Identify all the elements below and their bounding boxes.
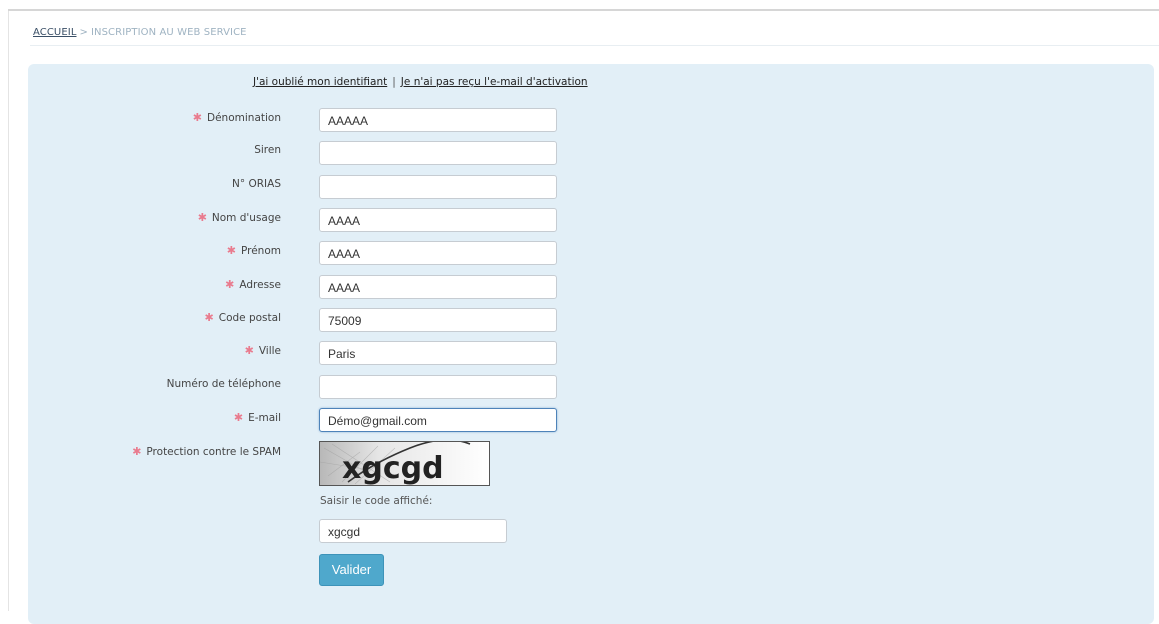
captcha-input[interactable]: xgcgd [319,519,507,543]
required-marker-icon: ✱ [225,278,235,291]
label-code-postal: ✱ Code postal [204,311,281,324]
prenom-input[interactable]: AAAA [319,241,557,265]
label-denomination: ✱ Dénomination [192,111,281,124]
label-siren: Siren [254,144,281,156]
siren-input[interactable] [319,141,557,165]
label-prenom: ✱ Prénom [226,244,281,257]
captcha-glyphs: xgcgd [342,451,444,485]
account-help-links: J'ai oublié mon identifiant | Je n'ai pas … [253,76,588,88]
captcha-prompt: Saisir le code affiché: [320,495,433,507]
ville-input[interactable]: Paris [319,341,557,365]
telephone-input[interactable] [319,375,557,399]
label-nom-usage: ✱ Nom d'usage [197,211,281,224]
required-marker-icon: ✱ [132,445,142,458]
denomination-input[interactable]: AAAAA [319,108,557,132]
submit-button[interactable]: Valider [319,554,384,586]
breadcrumb-home-link[interactable]: ACCUEIL [33,27,77,38]
nom-usage-input[interactable]: AAAA [319,208,557,232]
required-marker-icon: ✱ [197,211,207,224]
label-adresse: ✱ Adresse [225,278,281,291]
breadcrumb-divider [30,45,1159,46]
left-border [8,11,9,611]
label-orias: N° ORIAS [232,178,281,190]
required-marker-icon: ✱ [226,244,236,257]
adresse-input[interactable]: AAAA [319,275,557,299]
label-spam-protection: ✱ Protection contre le SPAM [132,445,281,458]
required-marker-icon: ✱ [233,411,244,424]
top-border [8,9,1159,11]
required-marker-icon: ✱ [192,111,203,124]
required-marker-icon: ✱ [204,311,214,324]
no-activation-email-link[interactable]: Je n'ai pas reçu l'e-mail d'activation [401,76,588,88]
registration-panel [28,64,1154,624]
label-email: ✱ E-mail [233,411,281,424]
label-telephone: Numéro de téléphone [166,378,281,390]
breadcrumb-current: INSCRIPTION AU WEB SERVICE [90,27,247,38]
label-ville: ✱ Ville [244,344,281,357]
forgot-id-link[interactable]: J'ai oublié mon identifiant [253,76,387,88]
code-postal-input[interactable]: 75009 [319,308,557,332]
orias-input[interactable] [319,175,557,199]
captcha-image: xgcgd [319,441,490,486]
breadcrumb-separator: > [79,27,88,38]
breadcrumb: ACCUEIL > INSCRIPTION AU WEB SERVICE [33,27,247,38]
email-input[interactable]: Démo@gmail.com [319,408,557,432]
links-separator: | [392,76,396,88]
required-marker-icon: ✱ [244,344,254,357]
